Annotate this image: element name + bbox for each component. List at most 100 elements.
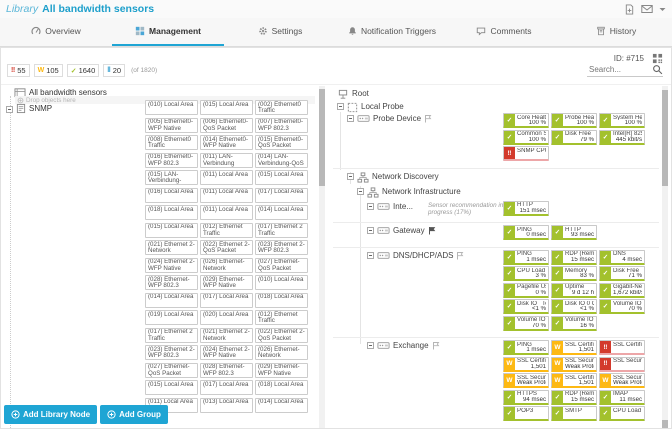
library-sensor-chip[interactable]: (028) Ethernet-WFP 802.3 <box>200 362 253 378</box>
scrollbar-thumb[interactable] <box>319 89 325 186</box>
library-sensor-chip[interactable]: (018) Local Area <box>145 205 198 220</box>
tree-item-label[interactable]: Probe Device <box>373 114 421 123</box>
status-badge-down[interactable]: ‼ 55 <box>7 64 30 77</box>
library-sensor-chip[interactable]: (014) Local Area <box>255 397 308 413</box>
add-library-node-button[interactable]: Add Library Node <box>4 405 98 424</box>
sensor-chip[interactable]: ✓Probe Heal...100 % <box>551 113 597 128</box>
library-sensor-chip[interactable]: (010) Local Area <box>145 100 198 115</box>
library-sensor-chip[interactable]: (011) Local Area <box>200 170 253 185</box>
tab-notification-triggers[interactable]: Notification Triggers <box>336 18 448 46</box>
sensor-chip[interactable]: WSSL Securi...Weak Proto... <box>599 373 645 388</box>
library-sensor-chip[interactable]: (024) Ethernet 2-WFP Native <box>145 257 198 273</box>
tree-item-label[interactable]: Inte... <box>393 202 413 211</box>
library-sensor-chip[interactable]: (006) Ethernet0-QoS Packet <box>200 117 253 133</box>
sensor-chip[interactable]: ✓ Disk Free 79 % <box>551 129 597 145</box>
library-sensor-chip[interactable]: (011) Local Area <box>200 187 253 203</box>
tree-item-label[interactable]: Network Discovery <box>372 172 439 181</box>
sensor-chip[interactable]: ✓ CPU Load 3 % <box>503 266 549 281</box>
tab-history[interactable]: History <box>560 18 672 46</box>
sensor-chip[interactable]: ✓Volume IO ...70 % <box>599 299 645 314</box>
library-sensor-chip[interactable]: (020) Local Area <box>200 310 253 325</box>
library-sensor-chip[interactable]: (023) Ethernet 2-WFP 802.3 <box>145 345 198 360</box>
tree-item-label[interactable]: Exchange <box>393 341 429 350</box>
sensor-chip[interactable]: WSSL Securi...Weak Proto... <box>551 356 597 372</box>
library-sensor-chip[interactable]: (016) Local Area <box>145 187 198 203</box>
sensor-chip[interactable]: ✓ Disk Free 71 % <box>599 266 645 281</box>
sensor-chip[interactable]: ✓Common S...100 % <box>503 129 549 145</box>
library-sensor-chip[interactable]: (019) Local Area <box>145 310 198 325</box>
library-sensor-chip[interactable]: (014) LAN-Verbindung-QoS <box>255 152 308 168</box>
sensor-chip[interactable]: ✓Disk IO 0 C:<1 % <box>551 299 597 314</box>
library-sensor-chip[interactable]: (021) Ethernet 2-Network <box>200 327 253 343</box>
sensor-chip[interactable]: ‼SSL Certifi... <box>599 340 645 355</box>
status-badge-up[interactable]: ✓ 1640 <box>66 64 100 77</box>
sensor-chip[interactable]: ‼SSL Securi... <box>599 356 645 372</box>
scrollbar-thumb[interactable] <box>662 420 668 428</box>
library-sensor-chip[interactable]: (017) Local Area <box>255 187 308 203</box>
library-sensor-chip[interactable]: (015) Local Area <box>145 380 198 395</box>
library-sensor-chip[interactable]: (010) Local Area <box>255 275 308 290</box>
library-sensor-chip[interactable]: (015) Local Area <box>255 170 308 185</box>
sensor-chip[interactable]: WSSL Securi...Weak Proto... <box>503 373 549 388</box>
tab-overview[interactable]: Overview <box>0 18 112 46</box>
tree-item-label[interactable]: Network Infrastructure <box>382 187 461 196</box>
library-node-snmp[interactable]: SNMP <box>6 103 52 114</box>
library-sensor-chip[interactable]: (014) Ethernet0-WFP Native <box>200 135 253 150</box>
library-sensor-chip[interactable]: (013) Local Area <box>200 397 253 413</box>
library-sensor-chip[interactable]: (028) Ethernet-WFP 802.3 <box>145 275 198 290</box>
library-sensor-chip[interactable]: (023) Ethernet 2-WFP 802.3 <box>255 240 308 255</box>
tree-item-label[interactable]: Local Probe <box>361 102 404 111</box>
caret-down-icon[interactable] <box>659 7 666 12</box>
sensor-chip[interactable]: ✓RDP (Rem...15 msec <box>551 249 597 265</box>
add-group-button[interactable]: Add Group <box>100 405 168 424</box>
library-sensor-chip[interactable]: (015) LAN-Verbindung- <box>145 170 198 185</box>
status-badge-warning[interactable]: W 105 <box>33 64 63 77</box>
priority-flag-icon[interactable] <box>456 251 464 260</box>
library-sensor-chip[interactable]: (024) Ethernet 2-WFP Native <box>200 345 253 360</box>
library-sensor-chip[interactable]: (011) Local Area <box>200 205 253 220</box>
library-sensor-chip[interactable]: (005) Ethernet0-WFP Native <box>145 117 198 133</box>
collapse-toggle[interactable] <box>337 103 344 110</box>
collapse-toggle[interactable] <box>367 342 374 349</box>
search-icon[interactable] <box>652 64 663 75</box>
library-sensor-chip[interactable]: (018) Local Area <box>255 292 308 308</box>
tab-comments[interactable]: Comments <box>448 18 560 46</box>
library-sensor-chip[interactable]: (011) LAN-Verbindung <box>200 152 253 168</box>
sensor-chip[interactable]: WSSL Certifi...1,501 <box>503 356 549 372</box>
library-sensor-chip[interactable]: (017) Ethernet 2 Traffic <box>145 327 198 343</box>
library-sensor-chip[interactable]: (014) Local Area <box>145 292 198 308</box>
sensor-chip[interactable]: WSSL Certifi...1,501 <box>551 373 597 388</box>
library-sensor-chip[interactable]: (012) Ethernet Traffic <box>255 310 308 325</box>
library-sensor-chip[interactable]: (018) Local Area <box>255 380 308 395</box>
library-sensor-chip[interactable]: (017) Local Area <box>200 292 253 308</box>
library-sensor-chip[interactable]: (021) Ethernet 2-Network <box>145 240 198 255</box>
scrollbar-thumb[interactable] <box>662 90 668 186</box>
sensor-chip[interactable]: ✓ SMTP <box>551 406 597 421</box>
collapse-toggle[interactable] <box>367 227 374 234</box>
library-sensor-chip[interactable]: (016) Ethernet0-WFP 802.3 <box>145 152 198 168</box>
library-sensor-chip[interactable]: (008) Ethernet0 Traffic <box>145 135 198 150</box>
sensor-chip[interactable]: ✓ Uptime 9 d 12 h <box>551 282 597 298</box>
sensor-chip[interactable]: ✓Volume IO ...16 % <box>551 315 597 331</box>
sensor-chip[interactable]: ✓ HTTP 93 msec <box>551 225 597 240</box>
left-scrollbar[interactable] <box>319 86 325 428</box>
email-icon[interactable] <box>641 4 653 14</box>
sensor-chip[interactable]: ✓System He...100 % <box>599 113 645 128</box>
library-sensor-chip[interactable]: (027) Ethernet-QoS Packet <box>145 362 198 378</box>
sensor-chip[interactable]: ✓ POP3 <box>503 406 549 421</box>
sensor-chip[interactable]: ✓Gigabit-Net...1,672 kbit/s <box>599 282 645 298</box>
report-icon[interactable] <box>624 3 635 15</box>
library-sensor-chip[interactable]: (026) Ethernet-Network <box>255 345 308 360</box>
collapse-toggle[interactable] <box>347 115 354 122</box>
library-sensor-chip[interactable]: (017) Local Area <box>200 380 253 395</box>
sensor-chip[interactable]: ‼SNMP CPU... <box>503 146 549 161</box>
library-sensor-chip[interactable]: (002) Ethernet0 Traffic <box>255 100 308 115</box>
tab-management[interactable]: Management <box>112 18 224 46</box>
sensor-chip[interactable]: ✓ Memory 83 % <box>551 266 597 281</box>
library-sensor-chip[interactable]: (017) Ethernet 2 Traffic <box>255 222 308 238</box>
tab-settings[interactable]: Settings <box>224 18 336 46</box>
sensor-chip[interactable]: ✓Disk IO _To...<1 % <box>503 299 549 314</box>
library-sensor-chip[interactable]: (022) Ethernet 2-QoS Packet <box>200 240 253 255</box>
library-sensor-chip[interactable]: (026) Ethernet-Network <box>200 257 253 273</box>
collapse-toggle[interactable] <box>357 187 364 195</box>
